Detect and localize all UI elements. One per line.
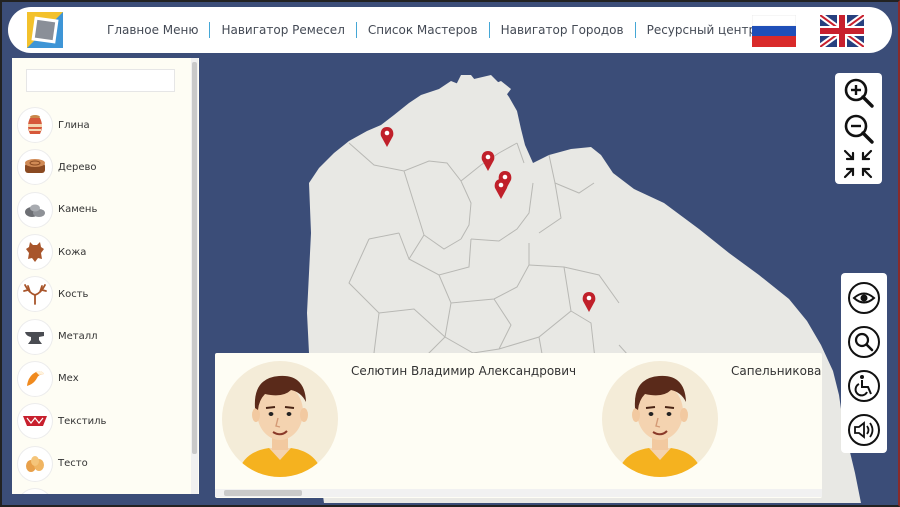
nav-masters-list[interactable]: Список Мастеров — [357, 23, 489, 37]
master-card[interactable]: Селютин Владимир Александрович — [215, 353, 585, 483]
textile-icon — [18, 404, 52, 439]
wheelchair-icon[interactable] — [847, 369, 881, 403]
craft-category-sidebar: Глина Дерево Камень Кожа Кость Металл Ме… — [12, 58, 199, 494]
masters-scrollbar[interactable] — [215, 489, 822, 497]
eye-icon[interactable] — [847, 281, 881, 315]
zoom-controls — [835, 73, 882, 184]
accessibility-controls — [841, 273, 887, 453]
magnifier-icon[interactable] — [847, 325, 881, 359]
category-item-bone[interactable]: Кость — [18, 273, 188, 315]
zoom-in-icon[interactable] — [841, 75, 875, 109]
category-list: Глина Дерево Камень Кожа Кость Металл Ме… — [18, 104, 188, 494]
nav-crafts-navigator[interactable]: Навигатор Ремесел — [210, 23, 355, 37]
antler-icon — [18, 277, 52, 312]
nav-cities-navigator[interactable]: Навигатор Городов — [490, 23, 635, 37]
zoom-out-icon[interactable] — [841, 111, 875, 145]
anvil-icon — [18, 319, 52, 354]
app-logo-icon[interactable] — [25, 10, 65, 50]
stone-icon — [18, 192, 52, 227]
master-name: Селютин Владимир Александрович — [351, 364, 577, 378]
fur-icon — [18, 361, 52, 396]
category-item-leather[interactable]: Кожа — [18, 231, 188, 273]
category-label: Текстиль — [58, 415, 107, 427]
category-item-textile[interactable]: Текстиль — [18, 400, 188, 442]
top-header: Главное Меню Навигатор Ремесел Список Ма… — [8, 7, 892, 53]
masters-panel: Селютин Владимир Александрович Сапельник… — [215, 353, 822, 498]
category-item-wood[interactable]: Дерево — [18, 146, 188, 188]
category-item-dough[interactable]: Тесто — [18, 442, 188, 484]
nav-resource-center[interactable]: Ресурсный центр — [636, 23, 767, 37]
category-label: Мех — [58, 373, 79, 385]
nav-main-menu[interactable]: Главное Меню — [96, 23, 209, 37]
category-item-stone[interactable]: Камень — [18, 189, 188, 231]
user-avatar-icon — [602, 361, 718, 477]
category-item-clay[interactable]: Глина — [18, 104, 188, 146]
category-search-input[interactable] — [26, 69, 175, 92]
wood-log-icon — [18, 150, 52, 185]
category-label: Кожа — [58, 246, 87, 258]
category-label: Тесто — [58, 458, 88, 470]
fit-map-icon[interactable] — [841, 147, 875, 181]
clay-pot-icon — [18, 108, 52, 143]
category-label: Камень — [58, 204, 98, 216]
uk-flag-icon[interactable] — [820, 15, 864, 47]
russia-flag-icon[interactable] — [752, 15, 796, 47]
category-item-metal[interactable]: Металл — [18, 315, 188, 357]
category-label: Глина — [58, 119, 90, 131]
user-avatar-icon — [222, 361, 338, 477]
leather-hide-icon — [18, 235, 52, 270]
sidebar-scrollbar-thumb[interactable] — [192, 62, 197, 454]
master-name: Сапельникова — [731, 364, 822, 378]
category-label: Дерево — [58, 161, 97, 173]
masters-scrollbar-thumb[interactable] — [224, 490, 302, 496]
master-card[interactable]: Сапельникова — [595, 353, 822, 483]
category-label: Металл — [58, 331, 98, 343]
speaker-icon[interactable] — [847, 413, 881, 447]
main-nav: Главное Меню Навигатор Ремесел Список Ма… — [96, 7, 767, 53]
category-label: Кость — [58, 288, 89, 300]
category-icon — [18, 488, 52, 494]
dough-icon — [18, 446, 52, 481]
category-item-fur[interactable]: Мех — [18, 358, 188, 400]
category-item-partial[interactable] — [18, 485, 188, 494]
